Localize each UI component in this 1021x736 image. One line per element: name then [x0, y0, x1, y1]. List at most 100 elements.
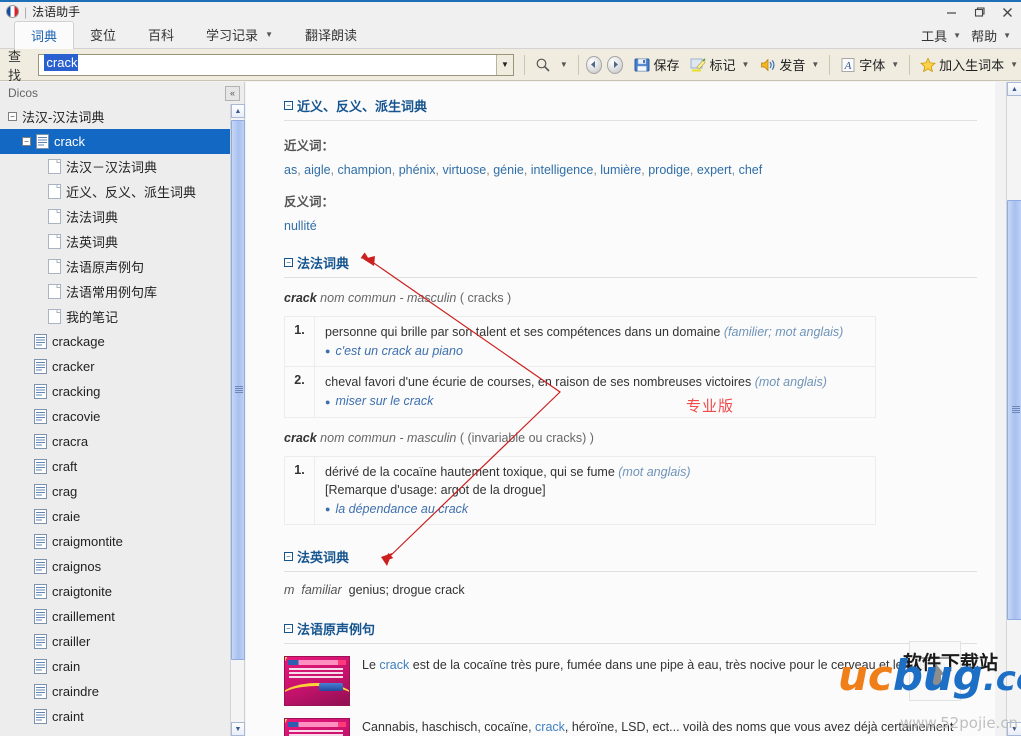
collapse-section-icon[interactable]: − [284, 624, 293, 633]
antonym-link[interactable]: nullité [284, 219, 317, 233]
dictionary-doc-icon [34, 359, 47, 374]
expander-icon[interactable]: − [22, 137, 31, 146]
tree-node-subdict[interactable]: 法法词典 [0, 204, 231, 229]
synonym-link[interactable]: prodige [648, 163, 690, 177]
synonym-link[interactable]: aigle [304, 163, 330, 177]
tree-node-subdict[interactable]: 近义、反义、派生词典 [0, 179, 231, 204]
synonym-link[interactable]: chef [739, 163, 763, 177]
definition-text: cheval favori d'une écurie de courses, e… [325, 375, 755, 389]
section-heading[interactable]: − 法法词典 [284, 253, 977, 272]
tree-node-word[interactable]: crag [0, 479, 231, 504]
tree-node-word[interactable]: craigtonite [0, 579, 231, 604]
scrollbar-thumb[interactable] [1007, 200, 1021, 620]
tree-node-word[interactable]: craigmontite [0, 529, 231, 554]
tree-node-word[interactable]: craindre [0, 679, 231, 704]
video-thumbnail[interactable] [284, 656, 350, 706]
tree-node-word[interactable]: craft [0, 454, 231, 479]
speaker-icon[interactable] [933, 659, 948, 672]
example-sentence: Le crack est de la cocaïne très pure, fu… [362, 656, 948, 706]
menu-label: 工具 [921, 26, 947, 45]
scrollbar-thumb[interactable] [231, 120, 245, 660]
collapse-section-icon[interactable]: − [284, 101, 293, 110]
tree-node-root[interactable]: − 法汉-汉法词典 [0, 104, 231, 129]
tree-node-subdict[interactable]: 我的笔记 [0, 304, 231, 329]
save-button[interactable]: 保存 [631, 53, 682, 77]
minimize-button[interactable] [937, 3, 965, 23]
maximize-button[interactable] [965, 3, 993, 23]
section-heading[interactable]: − 法英词典 [284, 547, 977, 566]
search-dropdown-button[interactable]: ▼ [496, 55, 513, 75]
tree-node-word[interactable]: craie [0, 504, 231, 529]
synonym-link[interactable]: as [284, 163, 297, 177]
scroll-down-button[interactable]: ▼ [231, 722, 245, 736]
definition-example: ●miser sur le crack [325, 392, 827, 410]
synonym-link[interactable]: génie [493, 163, 524, 177]
tree-node-word[interactable]: cracker [0, 354, 231, 379]
chevron-down-icon: ▼ [953, 31, 961, 40]
tree-node-word[interactable]: craillement [0, 604, 231, 629]
tree-node-crack[interactable]: − crack [0, 129, 231, 154]
save-icon [634, 57, 650, 73]
section-heading[interactable]: − 法语原声例句 [284, 619, 977, 638]
scroll-down-button[interactable]: ▼ [1007, 722, 1021, 736]
synonym-link[interactable]: intelligence [531, 163, 594, 177]
add-to-wordbook-button[interactable]: 加入生词本 ▼ [917, 53, 1021, 77]
example-sentence: Cannabis, haschisch, cocaïne, crack, hér… [362, 718, 977, 736]
tree-node-label: 近义、反义、派生词典 [66, 182, 196, 201]
tree-node-word[interactable]: crain [0, 654, 231, 679]
scroll-up-button[interactable]: ▲ [231, 104, 245, 118]
synonym-link[interactable]: expert [697, 163, 732, 177]
example-text: c'est un crack au piano [335, 344, 462, 358]
gloss-text: genius; drogue crack [349, 583, 465, 597]
expander-icon[interactable]: − [8, 112, 17, 121]
font-button[interactable]: A 字体 ▼ [837, 53, 902, 77]
tree-node-word[interactable]: cracking [0, 379, 231, 404]
content-scrollbar[interactable]: ▲ ▼ [1006, 82, 1021, 736]
highlight-icon [690, 57, 706, 73]
pronounce-button[interactable]: 发音 ▼ [757, 53, 822, 77]
tree-node-word[interactable]: cracovie [0, 404, 231, 429]
synonym-link[interactable]: virtuose [442, 163, 486, 177]
tab-conjugation[interactable]: 变位 [74, 21, 132, 49]
sentence-keyword[interactable]: crack [535, 720, 565, 734]
synonym-link[interactable]: phénix [399, 163, 436, 177]
tree-node-word[interactable]: craint [0, 704, 231, 729]
tree-node-word[interactable]: cracra [0, 429, 231, 454]
collapse-sidebar-button[interactable]: « [225, 86, 240, 101]
sidebar-scrollbar[interactable]: ▲ ▼ [230, 104, 244, 736]
menu-tools[interactable]: 工具 ▼ [917, 23, 965, 48]
menu-help[interactable]: 帮助 ▼ [967, 23, 1015, 48]
section-heading[interactable]: − 近义、反义、派生词典 [284, 96, 977, 115]
close-button[interactable] [993, 3, 1021, 23]
forward-button[interactable] [607, 56, 623, 74]
collapse-section-icon[interactable]: − [284, 258, 293, 267]
tab-study-record[interactable]: 学习记录 ▼ [190, 21, 289, 49]
audio-example-item: Cannabis, haschisch, cocaïne, crack, hér… [284, 718, 977, 736]
search-input[interactable]: crack [39, 55, 495, 75]
french-flag-icon [6, 5, 19, 18]
tab-encyclopedia[interactable]: 百科 [132, 21, 190, 49]
search-combobox[interactable]: crack ▼ [38, 54, 513, 76]
tab-translate-read[interactable]: 翻译朗读 [289, 21, 373, 49]
sentence-suffix: est de la cocaïne très pure, fumée dans … [409, 658, 929, 672]
back-button[interactable] [586, 56, 602, 74]
sentence-keyword[interactable]: crack [379, 658, 409, 672]
tree-node-subdict[interactable]: 法语常用例句库 [0, 279, 231, 304]
tree-node-subdict[interactable]: 法汉－汉法词典 [0, 154, 231, 179]
synonym-link[interactable]: champion [338, 163, 392, 177]
tree-node-word[interactable]: crailler [0, 629, 231, 654]
collapse-section-icon[interactable]: − [284, 552, 293, 561]
separator: , [524, 163, 531, 177]
tree-node-subdict[interactable]: 法语原声例句 [0, 254, 231, 279]
definition-row: 2.cheval favori d'une écurie de courses,… [285, 367, 875, 417]
highlight-button[interactable]: 标记 ▼ [687, 53, 752, 77]
section-audio-examples: − 法语原声例句 Le crack est de la cocaïne très… [284, 619, 977, 736]
scroll-up-button[interactable]: ▲ [1007, 82, 1021, 96]
tree-node-label: 法汉－汉法词典 [66, 157, 157, 176]
tree-node-word[interactable]: craignos [0, 554, 231, 579]
tree-node-word[interactable]: crackage [0, 329, 231, 354]
synonym-link[interactable]: lumière [600, 163, 641, 177]
tree-node-subdict[interactable]: 法英词典 [0, 229, 231, 254]
advanced-search-button[interactable]: ▼ [532, 53, 571, 77]
video-thumbnail[interactable] [284, 718, 350, 736]
